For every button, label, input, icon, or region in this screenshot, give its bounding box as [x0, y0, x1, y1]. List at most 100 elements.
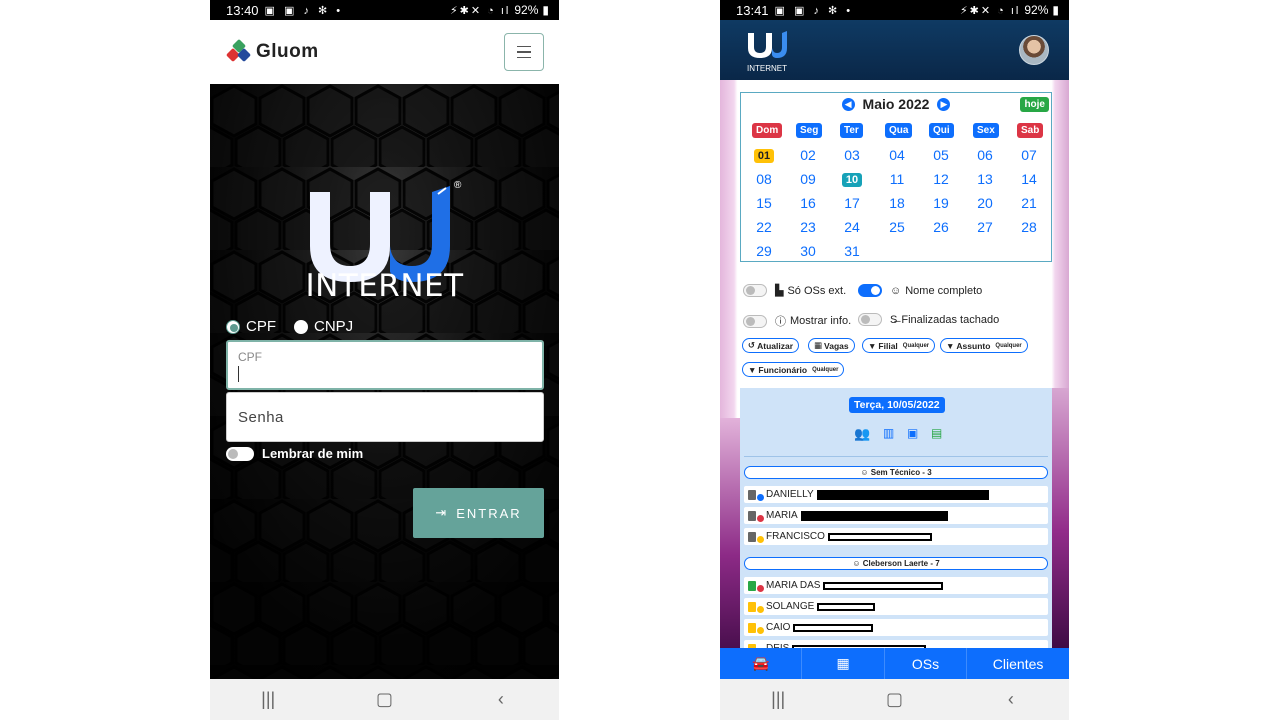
option-finalizadas-tachado[interactable]: S̶ Finalizadas tachado [858, 313, 999, 326]
calendar-day[interactable]: 16 [793, 195, 823, 211]
nome-completo-label: Nome completo [905, 284, 983, 297]
weekday-header: Qua [885, 123, 913, 138]
calendar-day[interactable]: 29 [749, 243, 779, 259]
order-status-icon [748, 622, 764, 634]
technician-group-header[interactable]: ☺ Cleberson Laerte - 7 [744, 557, 1048, 570]
calendar-day[interactable]: 26 [926, 219, 956, 235]
calendar-day[interactable]: 07 [1014, 147, 1044, 163]
prev-month-icon[interactable]: ◀ [841, 97, 855, 111]
radio-cpf-indicator[interactable] [226, 319, 240, 334]
order-status-icon [748, 580, 764, 592]
client-name: FRANCISCO [766, 531, 825, 542]
calendar-day[interactable]: 20 [970, 195, 1000, 211]
hamburger-menu-button[interactable] [504, 33, 544, 71]
option-so-oss-ext[interactable]: ▙ Só OSs ext. [743, 284, 846, 297]
mostrar-info-toggle[interactable] [743, 314, 767, 328]
filter-filial-button[interactable]: ▼ Filial Qualquer [862, 338, 936, 353]
cpf-floating-label: CPF [238, 350, 262, 364]
recent-apps-icon[interactable]: ||| [758, 689, 798, 710]
login-button-label: ENTRAR [456, 505, 522, 521]
gluom-logo-icon [225, 38, 252, 63]
back-icon[interactable]: ‹ [991, 689, 1031, 710]
radio-cnpj[interactable]: CNPJ [294, 318, 353, 335]
home-icon[interactable]: ▢ [874, 689, 914, 710]
option-mostrar-info[interactable]: ⓘ Mostrar info. [743, 313, 851, 329]
nome-completo-toggle[interactable] [858, 284, 882, 297]
technician-group-header[interactable]: ☺ Sem Técnico - 3 [744, 466, 1048, 479]
users-icon[interactable]: 👥 [854, 426, 874, 441]
calendar-day[interactable]: 18 [882, 195, 912, 211]
calendar-icon: ▦ [814, 340, 823, 350]
tab-vehicle[interactable]: 🚘 [720, 648, 803, 679]
calendar-day[interactable]: 25 [882, 219, 912, 235]
service-order-row[interactable]: MARIA [744, 507, 1048, 524]
calendar-day[interactable]: 17 [837, 195, 867, 211]
login-screen: 13:40 ▣ ▣ ♪ ✻ • ⚡✱✕ ◔ ıl 92% ▮ Gluom ® I… [210, 0, 559, 720]
today-button[interactable]: hoje [1020, 97, 1049, 112]
back-icon[interactable]: ‹ [481, 689, 521, 710]
calendar-day[interactable]: 04 [882, 147, 912, 163]
finalizadas-toggle[interactable] [858, 313, 882, 326]
remember-me-toggle[interactable] [226, 446, 254, 461]
remember-me[interactable]: Lembrar de mim [226, 446, 363, 461]
calendar-day[interactable]: 13 [970, 171, 1000, 187]
calendar-day[interactable]: 31 [837, 243, 867, 259]
bg-decoration-right [1049, 388, 1069, 648]
gluom-logo: Gluom [225, 38, 319, 63]
app-header: INTERNET [720, 20, 1069, 80]
calendar-day[interactable]: 14 [1014, 171, 1044, 187]
calendar-day[interactable]: 22 [749, 219, 779, 235]
radio-cpf[interactable]: CPF [226, 318, 276, 335]
redacted-text [823, 581, 944, 590]
calendar-day[interactable]: 21 [1014, 195, 1044, 211]
assunto-label: Assunto [956, 340, 991, 351]
calendar-day[interactable]: 02 [793, 147, 823, 163]
service-order-row[interactable]: CAIO [744, 619, 1048, 636]
recent-apps-icon[interactable]: ||| [248, 689, 288, 710]
filial-value: Qualquer [902, 342, 930, 349]
calendar-day[interactable]: 01 [754, 149, 774, 163]
calendar-day[interactable]: 19 [926, 195, 956, 211]
user-avatar[interactable] [1019, 35, 1049, 65]
calendar-day[interactable]: 15 [749, 195, 779, 211]
cpf-input[interactable]: CPF [226, 340, 544, 390]
radio-cnpj-indicator[interactable] [294, 319, 308, 334]
option-nome-completo[interactable]: ☺ Nome completo [858, 284, 982, 297]
vagas-button[interactable]: ▦ Vagas [808, 338, 855, 353]
service-order-row[interactable]: MARIA DAS [744, 577, 1048, 594]
tab-oss[interactable]: OSs [885, 648, 968, 679]
calendar-day[interactable]: 30 [793, 243, 823, 259]
remember-me-label: Lembrar de mim [262, 446, 364, 461]
calendar-day[interactable]: 28 [1014, 219, 1044, 235]
service-order-row[interactable]: DANIELLY [744, 486, 1048, 503]
so-oss-ext-toggle[interactable] [743, 284, 767, 297]
password-input[interactable]: Senha [226, 392, 544, 442]
home-icon[interactable]: ▢ [364, 689, 404, 710]
calendar-day[interactable]: 05 [926, 147, 956, 163]
next-month-icon[interactable]: ▶ [937, 97, 951, 111]
calendar-day[interactable]: 12 [926, 171, 956, 187]
service-order-row[interactable]: FRANCISCO [744, 528, 1048, 545]
tab-clientes[interactable]: Clientes [967, 648, 1069, 679]
calendar-day[interactable]: 03 [837, 147, 867, 163]
calendar-day[interactable]: 24 [837, 219, 867, 235]
calendar-day[interactable]: 11 [882, 171, 912, 187]
filter-funcionario-button[interactable]: ▼ Funcionário Qualquer [742, 362, 845, 377]
refresh-button[interactable]: ↺ Atualizar [742, 338, 800, 353]
notification-icons: ▣ ▣ ♪ ✻ • [774, 4, 854, 17]
user-icon: ☺ [890, 284, 902, 297]
login-button[interactable]: ⇥ ENTRAR [413, 488, 544, 538]
order-status-icon [748, 510, 764, 522]
excel-icon[interactable]: ▤ [931, 426, 946, 440]
calendar-day[interactable]: 27 [970, 219, 1000, 235]
calendar-plus-icon[interactable]: ▣ [907, 426, 922, 440]
calendar-day[interactable]: 08 [749, 171, 779, 187]
calendar-day[interactable]: 06 [970, 147, 1000, 163]
tab-calendar[interactable]: ▦ [802, 648, 885, 679]
service-order-row[interactable]: SOLANGE [744, 598, 1048, 615]
calendar-day[interactable]: 10 [842, 173, 862, 187]
calendar-day[interactable]: 23 [793, 219, 823, 235]
filter-assunto-button[interactable]: ▼ Assunto Qualquer [940, 338, 1028, 353]
calendar-day[interactable]: 09 [793, 171, 823, 187]
chart-icon[interactable]: ▥ [883, 426, 898, 440]
